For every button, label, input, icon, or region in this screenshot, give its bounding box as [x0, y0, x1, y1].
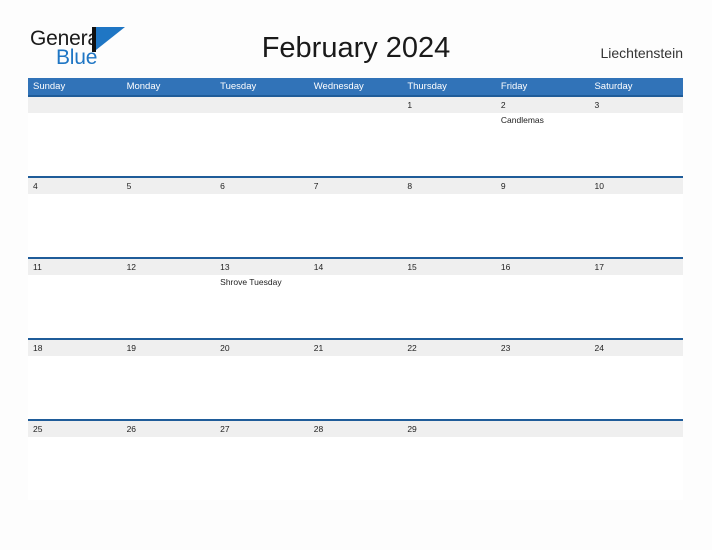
day-number: 17: [594, 262, 604, 272]
calendar-day-cell[interactable]: 11: [28, 259, 122, 338]
calendar-week-row: 4 5 6 7 8 9 10: [28, 176, 683, 257]
day-number: 2: [500, 100, 506, 110]
calendar-empty-cell: [28, 97, 122, 176]
day-number: 13: [220, 262, 230, 272]
calendar-day-cell[interactable]: 25: [28, 421, 122, 500]
day-number: 6: [220, 181, 225, 191]
weekday-header-wednesday: Wednesday: [313, 81, 364, 92]
week-day-cells: 4 5 6 7 8 9 10: [28, 178, 683, 257]
calendar-week-row: 1 2 Candlemas 3: [28, 95, 683, 176]
calendar-week-row: 11 12 13 Shrove Tuesday 14 15 16 17: [28, 257, 683, 338]
day-number: 9: [500, 181, 506, 191]
calendar-day-cell[interactable]: 18: [28, 340, 122, 419]
weekday-header-monday: Monday: [126, 81, 161, 92]
weekday-header-friday: Friday: [500, 81, 528, 92]
calendar-day-cell[interactable]: 10: [589, 178, 683, 257]
calendar-empty-cell: [215, 97, 309, 176]
day-number: [220, 97, 309, 113]
day-number: [33, 97, 122, 113]
day-number: 1: [407, 100, 413, 110]
calendar-day-cell[interactable]: 16: [496, 259, 590, 338]
page-header: General Blue February 2024 Liechtenstein: [0, 0, 712, 78]
week-day-cells: 25 26 27 28 29: [28, 421, 683, 500]
calendar-table: Sunday Monday Tuesday Wednesday Thursday Frid…: [28, 78, 683, 500]
calendar-day-cell[interactable]: 20: [215, 340, 309, 419]
day-number: 4: [33, 181, 38, 191]
calendar-day-cell[interactable]: 1: [402, 97, 496, 176]
week-day-cells: 1 2 Candlemas 3: [28, 97, 683, 176]
day-number: 26: [126, 424, 137, 434]
day-event-label: Candlemas: [500, 115, 544, 125]
day-number: 19: [126, 343, 137, 353]
calendar-empty-cell: [309, 97, 403, 176]
calendar-day-cell[interactable]: 29: [402, 421, 496, 500]
calendar-day-cell[interactable]: 7: [309, 178, 403, 257]
calendar-day-cell[interactable]: 6: [215, 178, 309, 257]
day-number: 28: [313, 424, 324, 434]
weekday-header-tuesday: Tuesday: [220, 81, 257, 92]
calendar-day-cell[interactable]: 5: [122, 178, 216, 257]
day-number: 23: [500, 343, 511, 353]
calendar-day-cell[interactable]: 19: [122, 340, 216, 419]
day-events: Candlemas: [501, 113, 590, 126]
calendar-day-cell[interactable]: 15: [402, 259, 496, 338]
calendar-empty-cell: [122, 97, 216, 176]
weekday-header-saturday: Saturday: [594, 81, 633, 92]
day-number: 8: [407, 181, 413, 191]
calendar-day-cell[interactable]: 14: [309, 259, 403, 338]
calendar-day-cell[interactable]: 28: [309, 421, 403, 500]
day-number: 20: [220, 343, 230, 353]
calendar-day-cell[interactable]: 26: [122, 421, 216, 500]
day-number: 21: [313, 343, 324, 353]
calendar-day-cell[interactable]: 27: [215, 421, 309, 500]
day-number: [127, 97, 216, 113]
day-number: 5: [126, 181, 132, 191]
calendar-day-cell[interactable]: 23: [496, 340, 590, 419]
calendar-day-cell[interactable]: 8: [402, 178, 496, 257]
week-day-cells: 18 19 20 21 22 23 24: [28, 340, 683, 419]
day-number: 25: [33, 424, 43, 434]
weekday-header-row: Sunday Monday Tuesday Wednesday Thursday Frid…: [28, 78, 683, 95]
day-number: 18: [33, 343, 43, 353]
weekday-header-thursday: Thursday: [407, 81, 447, 92]
calendar-day-cell[interactable]: 22: [402, 340, 496, 419]
day-number: 3: [594, 100, 600, 110]
day-number: 10: [594, 181, 604, 191]
day-number: 15: [407, 262, 417, 272]
day-number: 7: [313, 181, 319, 191]
week-day-cells: 11 12 13 Shrove Tuesday 14 15 16 17: [28, 259, 683, 338]
calendar-day-cell[interactable]: 3: [589, 97, 683, 176]
calendar-empty-cell: [589, 421, 683, 500]
day-number: [594, 421, 683, 437]
day-number: 27: [220, 424, 230, 434]
day-number: 16: [500, 262, 511, 272]
calendar-body: 1 2 Candlemas 3 4 5 6 7 8 9 10 11 12 13 Shrove Tuesday…: [28, 95, 683, 500]
calendar-day-cell[interactable]: 13 Shrove Tuesday: [215, 259, 309, 338]
day-number: 22: [407, 343, 417, 353]
calendar-day-cell[interactable]: 4: [28, 178, 122, 257]
day-number: 29: [407, 424, 417, 434]
calendar-day-cell[interactable]: 21: [309, 340, 403, 419]
day-number: [501, 421, 590, 437]
day-number: 12: [126, 262, 137, 272]
calendar-day-cell[interactable]: 2 Candlemas: [496, 97, 590, 176]
day-number: 11: [33, 262, 42, 272]
calendar-day-cell[interactable]: 12: [122, 259, 216, 338]
calendar-week-row: 18 19 20 21 22 23 24: [28, 338, 683, 419]
day-number: 14: [313, 262, 324, 272]
calendar-day-cell[interactable]: 24: [589, 340, 683, 419]
calendar-day-cell[interactable]: 17: [589, 259, 683, 338]
calendar-day-cell[interactable]: 9: [496, 178, 590, 257]
day-number: [314, 97, 403, 113]
country-label: Liechtenstein: [600, 45, 683, 61]
weekday-header-sunday: Sunday: [33, 81, 66, 92]
day-events: Shrove Tuesday: [220, 275, 309, 288]
calendar-empty-cell: [496, 421, 590, 500]
day-number: 24: [594, 343, 604, 353]
day-event-label: Shrove Tuesday: [220, 277, 282, 287]
calendar-week-row: 25 26 27 28 29: [28, 419, 683, 500]
